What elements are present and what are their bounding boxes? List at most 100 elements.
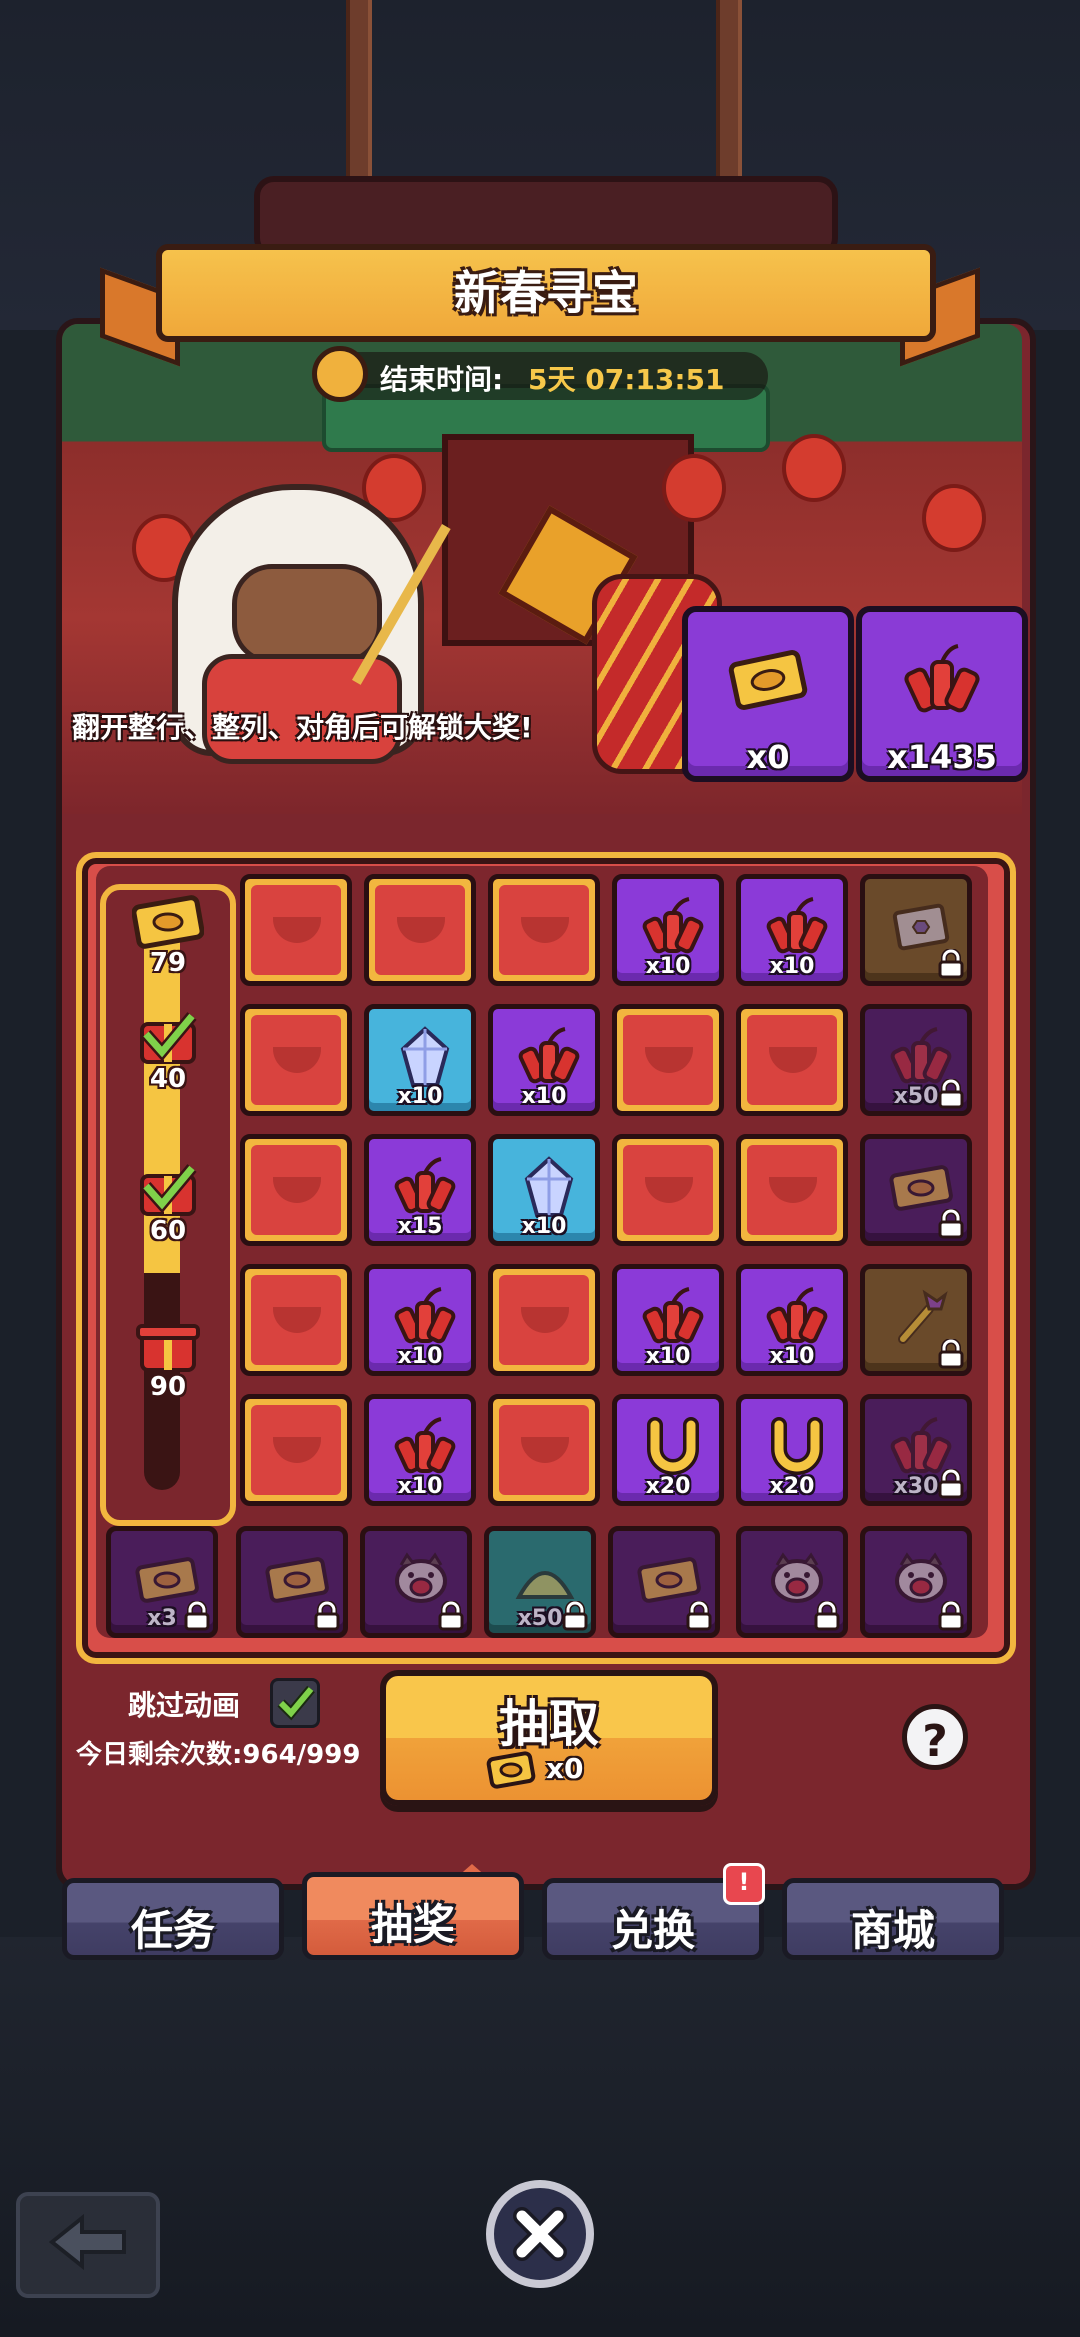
grid-tile[interactable] — [240, 1134, 352, 1246]
close-button[interactable] — [486, 2180, 594, 2288]
firecracker-icon — [766, 1287, 828, 1344]
grid-tile[interactable]: x10 — [736, 874, 848, 986]
tab-exchange[interactable]: 兑换 ! — [542, 1863, 765, 1960]
lock-icon — [686, 1601, 712, 1631]
grand-prize-tile[interactable] — [236, 1526, 348, 1638]
grid-tile[interactable]: x20 — [736, 1394, 848, 1506]
reward-quantity: x10 — [521, 1214, 567, 1239]
grid-tile[interactable]: x20 — [612, 1394, 724, 1506]
lock-icon — [562, 1601, 588, 1631]
end-timer: 结束时间: 5天 07:13:51 — [312, 346, 768, 402]
grid-tile[interactable]: x10 — [612, 1264, 724, 1376]
grid-tile[interactable]: x10 — [364, 1004, 476, 1116]
firecracker-icon — [766, 897, 828, 954]
milestone-value: 79 — [149, 948, 187, 978]
ingot-icon — [747, 1015, 837, 1105]
tab-label: 抽奖 — [370, 1900, 455, 1949]
grand-prize-tile[interactable] — [860, 1526, 972, 1638]
grid-tile[interactable]: x10 — [488, 1004, 600, 1116]
grid-tile[interactable] — [240, 1004, 352, 1116]
grid-tile[interactable] — [612, 1134, 724, 1246]
grid-tile[interactable] — [240, 874, 352, 986]
horseshoe-icon — [647, 1417, 699, 1475]
reward-quantity: x10 — [397, 1474, 443, 1499]
hanging-rope-right — [716, 0, 742, 190]
reward-quantity: x20 — [645, 1474, 691, 1499]
lantern — [782, 434, 846, 502]
ingot-icon — [623, 1145, 713, 1235]
tab-tasks[interactable]: 任务 — [62, 1878, 284, 1960]
reward-quantity: x10 — [397, 1344, 443, 1369]
tab-label: 兑换 — [610, 1906, 695, 1955]
lock-icon — [438, 1601, 464, 1631]
hanging-rope-left — [346, 0, 372, 190]
grid-tile[interactable] — [488, 1394, 600, 1506]
lock-icon — [184, 1601, 210, 1631]
grid-tile[interactable]: x10 — [364, 1264, 476, 1376]
grand-prize-tile[interactable]: x3 — [106, 1526, 218, 1638]
grid-tile[interactable] — [364, 874, 476, 986]
milestone-1[interactable]: 79 — [118, 894, 218, 1014]
grid-tile[interactable] — [612, 1004, 724, 1116]
grand-prize-tile[interactable] — [360, 1526, 472, 1638]
grid-tile[interactable] — [736, 1134, 848, 1246]
notification-badge: ! — [723, 1863, 765, 1905]
firecracker-count: x1435 — [887, 738, 997, 776]
grand-prize-tile[interactable] — [860, 1264, 972, 1376]
capybara-face — [232, 564, 382, 664]
milestone-4[interactable]: 90 — [118, 1318, 218, 1438]
grid-tile[interactable]: x10 — [364, 1394, 476, 1506]
skip-animation-label: 跳过动画 — [128, 1689, 241, 1722]
gift-icon — [140, 1012, 197, 1064]
grand-prize-tile[interactable] — [860, 1134, 972, 1246]
ingot-icon — [251, 1405, 341, 1495]
grand-prize-tile[interactable] — [608, 1526, 720, 1638]
tab-shop[interactable]: 商城 — [782, 1878, 1004, 1960]
grid-tile[interactable] — [240, 1394, 352, 1506]
grid-tile[interactable] — [488, 874, 600, 986]
grid-tile[interactable] — [488, 1264, 600, 1376]
checkmark-icon — [277, 1685, 315, 1721]
timer-label: 结束时间: — [380, 363, 504, 396]
skip-animation-checkbox[interactable] — [270, 1678, 320, 1728]
firecracker-resource-card[interactable]: x1435 — [856, 606, 1028, 782]
grand-prize-tile[interactable]: x30 — [860, 1394, 972, 1506]
milestone-3[interactable]: 60 — [118, 1162, 218, 1282]
milestone-value: 90 — [149, 1372, 187, 1402]
back-button[interactable] — [16, 2192, 160, 2298]
back-arrow-icon — [48, 2213, 126, 2271]
grid-tile[interactable]: x10 — [488, 1134, 600, 1246]
ticket-icon — [132, 895, 204, 949]
ticket-resource-card[interactable]: x0 — [682, 606, 854, 782]
reward-quantity: x10 — [645, 1344, 691, 1369]
reward-quantity: x10 — [769, 1344, 815, 1369]
title-banner: 新春寻宝 — [100, 244, 980, 367]
grid-tile[interactable] — [240, 1264, 352, 1376]
grand-prize-tile[interactable]: x50 — [484, 1526, 596, 1638]
ticket-icon — [728, 650, 808, 710]
draw-button[interactable]: 抽取 x0 — [380, 1670, 718, 1806]
ingot-icon — [251, 1015, 341, 1105]
lock-icon — [938, 1601, 964, 1631]
lock-icon — [814, 1601, 840, 1631]
remaining-count: 今日剩余次数:964/999 — [76, 1740, 361, 1770]
firecracker-icon — [518, 1027, 580, 1084]
tab-lottery[interactable]: 抽奖 — [302, 1872, 524, 1960]
grand-prize-tile[interactable] — [736, 1526, 848, 1638]
firecracker-icon — [394, 1287, 456, 1344]
grid-tile[interactable]: x15 — [364, 1134, 476, 1246]
help-button[interactable]: ? — [902, 1704, 968, 1770]
reward-quantity: x10 — [521, 1084, 567, 1109]
firecracker-icon — [394, 1157, 456, 1214]
milestone-2[interactable]: 40 — [118, 1010, 218, 1130]
gift-icon — [140, 1164, 197, 1216]
grand-prize-tile[interactable] — [860, 874, 972, 986]
ingot-icon — [499, 1275, 589, 1365]
grid-tile[interactable]: x10 — [736, 1264, 848, 1376]
grid-tile[interactable]: x10 — [612, 874, 724, 986]
grid-tile[interactable] — [736, 1004, 848, 1116]
grand-prize-tile[interactable]: x50 — [860, 1004, 972, 1116]
ticket-count: x0 — [746, 738, 790, 776]
reward-quantity: x10 — [397, 1084, 443, 1109]
ticket-icon — [486, 1751, 536, 1789]
